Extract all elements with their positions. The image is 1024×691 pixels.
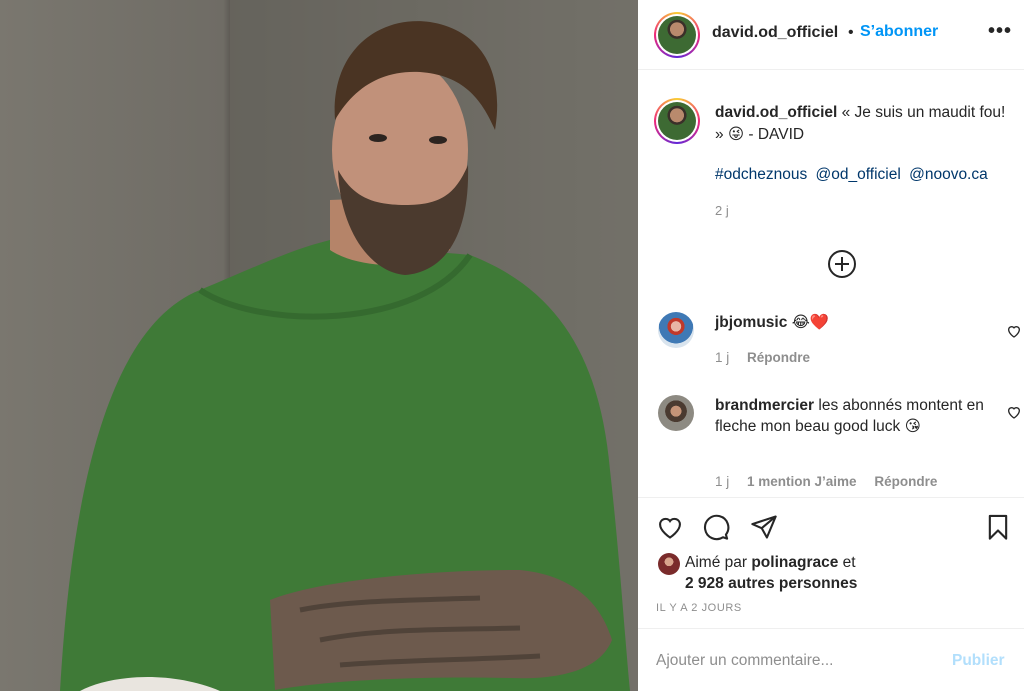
comment-heart-icon[interactable] [1006,404,1022,420]
comment-icon[interactable] [702,513,730,541]
likes-summary: Aimé par polinagrace et 2 928 autres per… [685,552,857,594]
comment-meta: 1 j Répondre [715,350,824,365]
comment-body: 😂❤️ [791,314,830,331]
reply-button[interactable]: Répondre [747,350,810,365]
separator-dot: • [848,24,854,41]
liker-username[interactable]: polinagrace [751,554,838,571]
portrait-illustration [60,0,638,691]
caption-hashtags: #odcheznous @od_officiel @noovo.ca [715,166,992,184]
comment-time[interactable]: 1 j [715,350,729,365]
add-comment-bar: Publier [638,628,1024,691]
commenter-username[interactable]: jbjomusic [715,314,787,331]
comment-heart-icon[interactable] [1006,323,1022,339]
reply-button[interactable]: Répondre [874,474,937,489]
bookmark-icon[interactable] [984,513,1012,541]
post-header: david.od_officiel • S’abonner ••• [638,0,1024,70]
commenter-avatar[interactable] [658,312,694,348]
commenter-avatar[interactable] [658,395,694,431]
heart-icon[interactable] [656,513,684,541]
post-date[interactable]: IL Y A 2 JOURS [656,602,742,614]
ellipsis-icon[interactable]: ••• [988,20,1012,43]
likes-suffix: et [842,554,856,571]
commenter-username[interactable]: brandmercier [715,397,814,414]
comment-text: brandmercier les abonnés montent en flec… [715,395,985,437]
caption-timestamp[interactable]: 2 j [715,203,729,218]
post-actions: Aimé par polinagrace et 2 928 autres per… [638,497,1024,627]
post-photo[interactable] [0,0,638,691]
publish-button[interactable]: Publier [952,652,1005,670]
liker-avatar[interactable] [658,553,680,575]
paper-plane-icon[interactable] [750,513,778,541]
comment-likes[interactable]: 1 mention J’aime [747,474,857,489]
plus-circle-icon[interactable] [828,250,856,278]
comment-meta: 1 j 1 mention J’aime Répondre [715,474,951,489]
mention-link[interactable]: @od_officiel [816,166,901,183]
likes-others-link[interactable]: 2 928 autres personnes [685,575,857,592]
mention-link[interactable]: @noovo.ca [909,166,988,183]
comment-time[interactable]: 1 j [715,474,729,489]
caption-author-avatar[interactable] [654,98,700,144]
comment-text: jbjomusic 😂❤️ [715,312,985,333]
caption-text: david.od_officiel « Je suis un maudit fo… [715,102,1015,146]
likes-prefix: Aimé par [685,554,748,571]
post-sidebar: david.od_officiel • S’abonner ••• david.… [638,0,1024,691]
author-avatar[interactable] [654,12,700,58]
caption-author-username[interactable]: david.od_officiel [715,104,837,121]
comment-input[interactable] [656,648,936,674]
follow-button[interactable]: S’abonner [860,23,938,41]
author-username[interactable]: david.od_officiel [712,24,838,42]
hashtag-link[interactable]: #odcheznous [715,166,807,183]
